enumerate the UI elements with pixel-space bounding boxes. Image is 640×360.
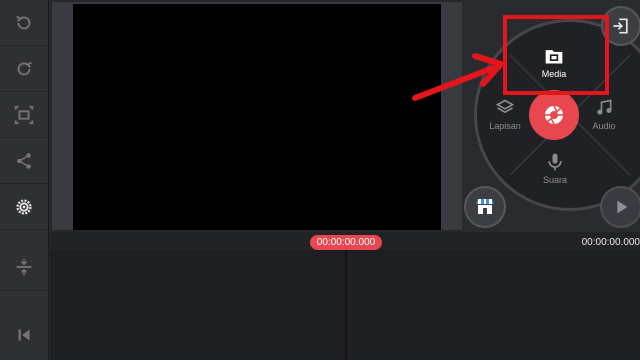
highlight-box bbox=[503, 15, 609, 95]
music-note-icon bbox=[597, 99, 612, 115]
crop-button[interactable] bbox=[0, 92, 48, 138]
record-button[interactable] bbox=[529, 90, 579, 140]
left-toolbar bbox=[0, 0, 49, 360]
gear-icon bbox=[16, 198, 32, 215]
audio-label: Audio bbox=[592, 121, 616, 131]
play-icon bbox=[617, 200, 628, 214]
skip-to-start-button[interactable] bbox=[0, 312, 48, 358]
undo-icon bbox=[16, 15, 31, 29]
microphone-icon bbox=[548, 153, 562, 171]
split-icon bbox=[16, 258, 32, 276]
split-button[interactable] bbox=[0, 244, 48, 291]
voice-label: Suara bbox=[542, 175, 568, 185]
undo-button[interactable] bbox=[0, 0, 48, 46]
camera-shutter-icon bbox=[545, 105, 563, 125]
layer-label: Lapisan bbox=[489, 121, 521, 131]
annotation-arrow bbox=[412, 53, 504, 101]
playhead-time: 00:00:00.000 bbox=[310, 235, 382, 250]
audio-button[interactable]: Audio bbox=[588, 98, 620, 131]
share-button[interactable] bbox=[0, 138, 48, 184]
voice-button[interactable]: Suara bbox=[535, 152, 575, 185]
redo-button[interactable] bbox=[0, 46, 48, 92]
crop-icon bbox=[14, 105, 34, 124]
exit-icon bbox=[613, 18, 628, 34]
redo-icon bbox=[17, 61, 32, 75]
store-icon bbox=[476, 199, 494, 214]
video-preview[interactable] bbox=[73, 4, 441, 230]
settings-button[interactable] bbox=[0, 184, 48, 230]
asset-store-button[interactable] bbox=[464, 186, 506, 228]
skip-back-icon bbox=[18, 329, 30, 341]
total-duration: 00:00:00.000 bbox=[581, 237, 640, 248]
playhead[interactable] bbox=[345, 250, 347, 360]
share-icon bbox=[17, 152, 31, 169]
play-button[interactable] bbox=[600, 186, 640, 228]
